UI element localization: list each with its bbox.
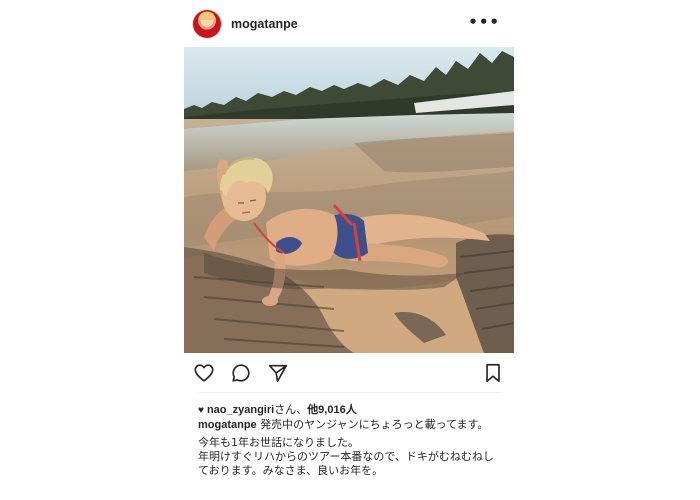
post-photo[interactable] xyxy=(184,47,514,353)
post-actions xyxy=(184,358,514,388)
instagram-post: mogatanpe ••• ♥ nao_zyangiriさん、他9,016人 m… xyxy=(184,0,514,500)
likes-summary: ♥ nao_zyangiriさん、他9,016人 xyxy=(198,401,357,417)
caption-line-3: 年明けすぐリハからのツアー本番なので、ドキがむねむねしております。みなさま、良い… xyxy=(198,450,494,477)
bookmark-icon[interactable] xyxy=(482,362,504,384)
heart-filled-icon: ♥ xyxy=(198,405,204,416)
caption-line-2: 今年も1年お世話になりました。 xyxy=(198,436,359,449)
caption-line-1: 発売中のヤンジャンにちょろっと載ってます。 xyxy=(260,418,489,431)
likes-suffix: さん、 xyxy=(274,404,308,416)
caption-author[interactable]: mogatanpe xyxy=(198,419,257,431)
likes-count[interactable]: 他9,016人 xyxy=(307,404,357,416)
comment-bubble-icon[interactable] xyxy=(230,362,252,384)
post-caption: mogatanpe 発売中のヤンジャンにちょろっと載ってます。 今年も1年お世話… xyxy=(198,418,504,478)
post-header: mogatanpe ••• xyxy=(184,6,514,42)
liker-username[interactable]: nao_zyangiri xyxy=(207,404,274,416)
actions-divider xyxy=(198,392,500,393)
more-horizontal-icon[interactable]: ••• xyxy=(468,15,500,30)
heart-outline-icon[interactable] xyxy=(193,362,215,384)
paper-plane-icon[interactable] xyxy=(267,362,289,384)
beach-photo-illustration xyxy=(184,47,514,353)
avatar[interactable] xyxy=(193,10,221,38)
post-username[interactable]: mogatanpe xyxy=(231,17,298,31)
